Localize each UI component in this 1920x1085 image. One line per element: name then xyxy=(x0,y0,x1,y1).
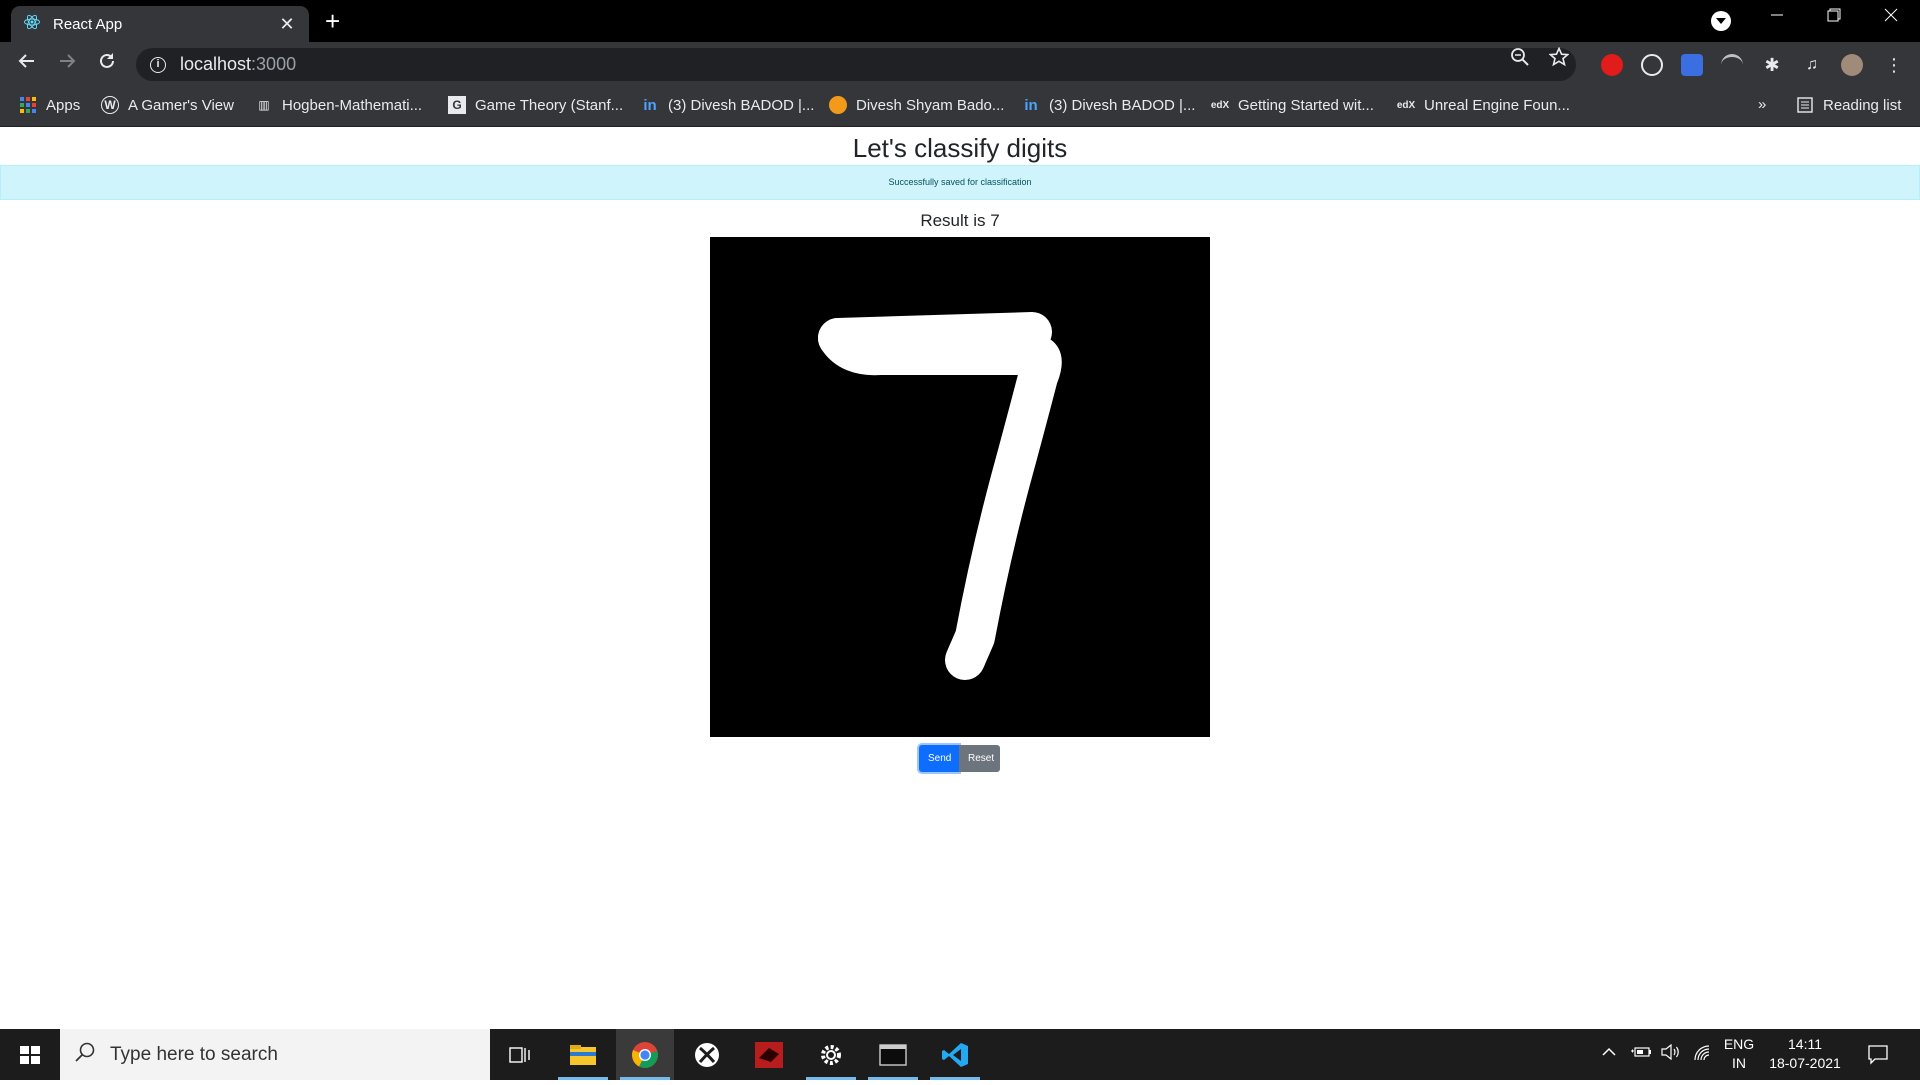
page-title: Let's classify digits xyxy=(852,133,1068,163)
show-hidden-icons-icon[interactable] xyxy=(1601,1044,1617,1063)
battery-icon[interactable] xyxy=(1631,1045,1651,1062)
clock[interactable]: 14:11 18-07-2021 xyxy=(1763,1035,1847,1073)
tab-title: React App xyxy=(53,15,123,33)
classification-result: Result is 7 xyxy=(920,211,1000,230)
extension-arc-icon[interactable] xyxy=(1721,54,1743,76)
bookmark-label: Game Theory (Stanf... xyxy=(475,96,624,114)
bookmark-label: Getting Started wit... xyxy=(1238,96,1374,114)
taskbar-search-box[interactable]: Type here to search xyxy=(60,1029,490,1080)
windows-logo-icon xyxy=(20,1046,40,1064)
url-host: localhost xyxy=(180,54,252,74)
game-theory-icon: G xyxy=(448,96,466,114)
bookmark-item[interactable]: Divesh Shyam Bado... xyxy=(829,96,1004,114)
reading-list-icon xyxy=(1796,96,1814,114)
media-control-icon[interactable]: ♫ xyxy=(1801,54,1823,76)
file-explorer-icon[interactable] xyxy=(554,1029,612,1080)
status-alert: Successfully saved for classification xyxy=(0,165,1920,200)
search-icon xyxy=(74,1041,96,1068)
bookmark-apps[interactable]: Apps xyxy=(19,96,80,114)
linkedin-icon: in xyxy=(1024,96,1038,114)
drawing-canvas[interactable] xyxy=(710,237,1210,737)
browser-tab[interactable]: React App ✕ xyxy=(11,6,309,42)
search-placeholder: Type here to search xyxy=(110,1043,278,1065)
wifi-icon[interactable] xyxy=(1693,1044,1713,1065)
bookmark-label: (3) Divesh BADOD |... xyxy=(1049,96,1196,114)
react-logo-icon xyxy=(23,13,41,36)
volume-icon[interactable] xyxy=(1661,1043,1681,1063)
profile-avatar-icon[interactable] xyxy=(1841,54,1863,76)
url-port: :3000 xyxy=(251,54,297,74)
restore-window-icon[interactable] xyxy=(1814,6,1854,27)
edx-icon: edX xyxy=(1210,99,1230,111)
library-icon: ▥ xyxy=(258,98,270,112)
send-button[interactable]: Send xyxy=(919,745,959,772)
language-indicator[interactable]: ENG IN xyxy=(1721,1035,1757,1073)
reading-list-button[interactable]: Reading list xyxy=(1796,96,1901,114)
extension-red-icon[interactable] xyxy=(1601,54,1623,76)
clock-time: 14:11 xyxy=(1788,1036,1822,1052)
bookmark-label: Hogben-Mathemati... xyxy=(282,96,423,114)
xbox-icon[interactable] xyxy=(678,1029,736,1080)
forward-arrow-icon[interactable] xyxy=(53,50,81,78)
bookmark-star-icon[interactable] xyxy=(1548,46,1570,73)
bookmark-item[interactable]: in (3) Divesh BADOD |... xyxy=(1022,96,1195,114)
wordpress-icon: W xyxy=(101,96,119,114)
clock-date: 18-07-2021 xyxy=(1769,1055,1841,1071)
apps-grid-icon xyxy=(19,96,37,114)
browser-toolbar: i localhost:3000 ✱ ♫ ⋮ xyxy=(0,42,1920,87)
bookmark-item[interactable]: W A Gamer's View xyxy=(101,96,234,114)
task-view-icon[interactable] xyxy=(491,1029,549,1080)
bookmark-label: Divesh Shyam Bado... xyxy=(856,96,1005,114)
bookmark-label: (3) Divesh BADOD |... xyxy=(668,96,815,114)
language-code: ENG xyxy=(1723,1036,1755,1052)
more-bookmarks-button[interactable]: » xyxy=(1758,96,1766,113)
chrome-taskbar-icon[interactable] xyxy=(616,1029,674,1080)
zoom-icon[interactable] xyxy=(1510,47,1530,73)
reading-list-label: Reading list xyxy=(1823,96,1902,114)
game-app-icon[interactable] xyxy=(740,1029,798,1080)
bookmark-item[interactable]: ▥ Hogben-Mathemati... xyxy=(255,96,422,114)
tab-search-dropdown-icon[interactable] xyxy=(1711,11,1731,31)
drawn-digit-stroke xyxy=(818,312,1062,680)
extension-blue-icon[interactable] xyxy=(1681,54,1703,76)
new-tab-button[interactable]: + xyxy=(325,7,340,35)
bookmark-label: Unreal Engine Foun... xyxy=(1424,96,1570,114)
tab-close-icon[interactable]: ✕ xyxy=(277,14,297,35)
terminal-icon[interactable] xyxy=(864,1029,922,1080)
vscode-icon[interactable] xyxy=(926,1029,984,1080)
extension-grey-icon[interactable] xyxy=(1641,54,1663,76)
browser-tab-strip: React App ✕ + xyxy=(0,0,1920,42)
bookmark-label: Apps xyxy=(46,96,81,114)
bookmark-item[interactable]: in (3) Divesh BADOD |... xyxy=(641,96,814,114)
back-arrow-icon[interactable] xyxy=(13,50,41,78)
notification-center-icon[interactable] xyxy=(1867,1043,1889,1068)
extensions-puzzle-icon[interactable]: ✱ xyxy=(1761,54,1783,76)
bookmark-item[interactable]: G Game Theory (Stanf... xyxy=(448,96,623,114)
windows-taskbar: Type here to search ENG IN 14:11 18-07-2… xyxy=(0,1029,1920,1080)
minimize-window-icon[interactable] xyxy=(1757,6,1797,27)
page-content: Let's classify digits Successfully saved… xyxy=(0,128,1920,1029)
bookmark-label: A Gamer's View xyxy=(128,96,234,114)
bookmarks-bar: Apps W A Gamer's View ▥ Hogben-Mathemati… xyxy=(0,87,1920,127)
start-button[interactable] xyxy=(0,1029,60,1080)
close-window-icon[interactable] xyxy=(1871,6,1911,27)
browser-menu-icon[interactable]: ⋮ xyxy=(1883,54,1905,76)
profile-icon xyxy=(829,96,847,114)
address-bar[interactable]: i localhost:3000 xyxy=(136,48,1576,81)
bookmark-item[interactable]: edX Getting Started wit... xyxy=(1211,96,1374,114)
settings-gear-icon[interactable] xyxy=(802,1029,860,1080)
reload-icon[interactable] xyxy=(93,50,121,78)
edx-icon: edX xyxy=(1396,99,1416,111)
region-code: IN xyxy=(1732,1055,1746,1071)
bookmark-item[interactable]: edX Unreal Engine Foun... xyxy=(1397,96,1570,114)
site-info-icon[interactable]: i xyxy=(150,56,166,73)
reset-button[interactable]: Reset xyxy=(959,745,1000,772)
linkedin-icon: in xyxy=(643,96,657,114)
action-button-group: Send Reset xyxy=(919,745,1000,772)
